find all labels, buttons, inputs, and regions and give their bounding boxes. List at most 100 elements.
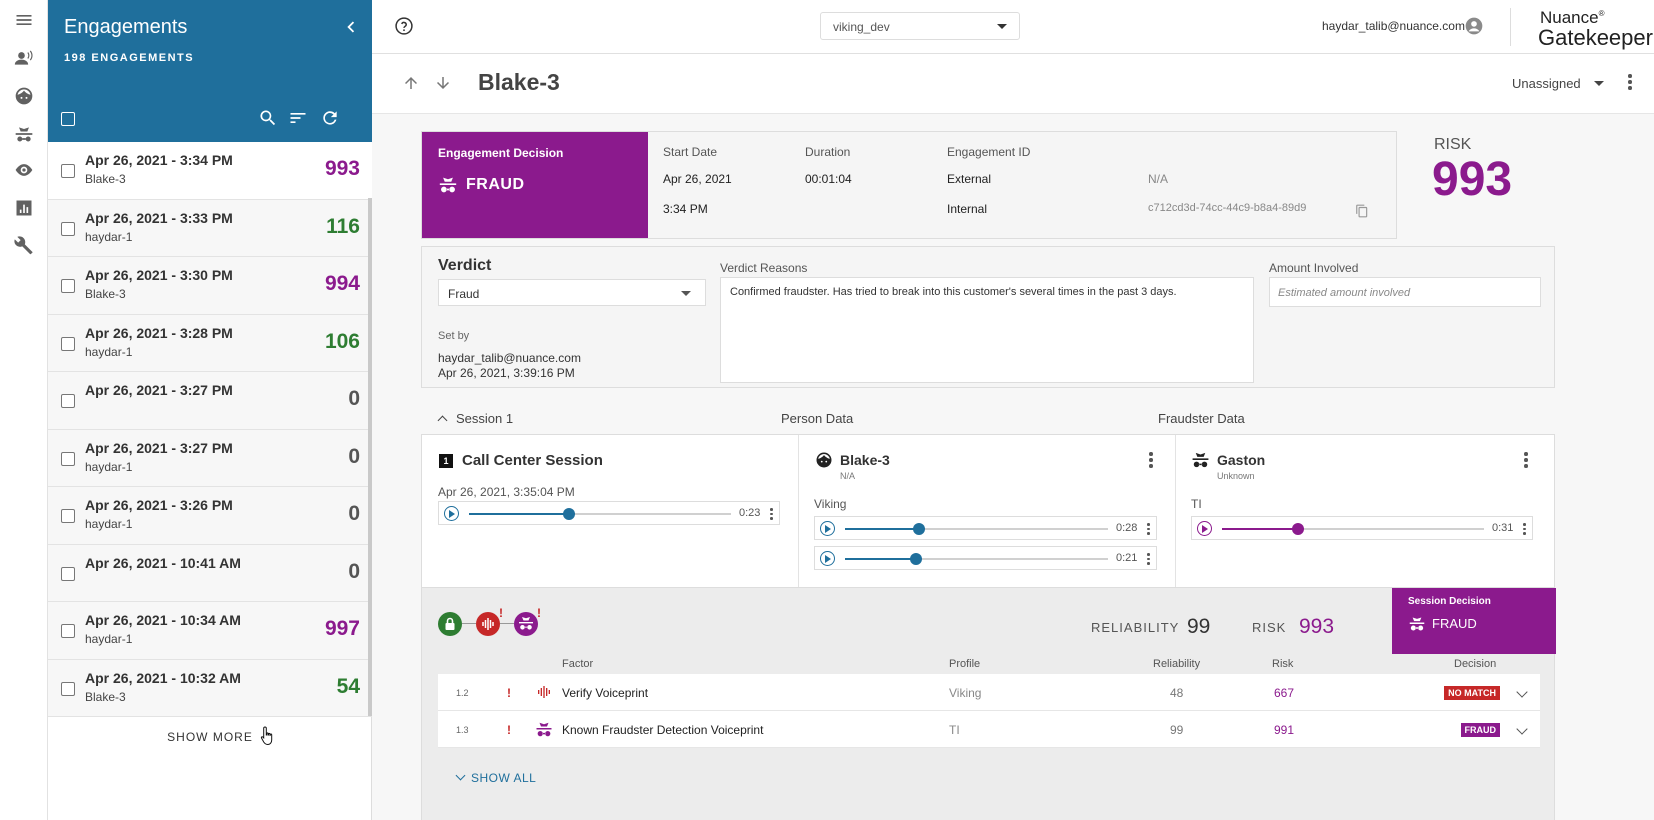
column-divider (1175, 435, 1176, 587)
factor-risk: 667 (1274, 686, 1295, 700)
row-checkbox[interactable] (61, 681, 75, 696)
menu-icon[interactable] (12, 8, 36, 32)
show-all-button[interactable]: SHOW ALL (455, 770, 536, 785)
audio-scrubber[interactable] (913, 523, 925, 535)
expand-chevron-icon[interactable] (1516, 723, 1528, 735)
engagement-list-item[interactable]: Apr 26, 2021 - 3:34 PM Blake-3 993 (48, 142, 372, 200)
person-audio-player[interactable]: 0:28 (814, 516, 1157, 540)
help-icon[interactable] (394, 16, 416, 38)
row-checkbox[interactable] (61, 624, 75, 638)
engagement-list-item[interactable]: Apr 26, 2021 - 10:41 AM 0 (48, 544, 372, 602)
chevron-down-icon (681, 291, 691, 296)
factor-row[interactable]: 1.3! Known Fraudster Detection Voiceprint… (438, 711, 1540, 748)
session-panel: 1 Call Center Session Apr 26, 2021, 3:35… (421, 434, 1555, 588)
row-checkbox[interactable] (61, 221, 75, 236)
engagement-person: haydar-1 (85, 517, 133, 531)
engagement-list-item[interactable]: Apr 26, 2021 - 3:26 PM haydar-1 0 (48, 487, 372, 545)
collapse-panel-icon[interactable] (340, 16, 364, 40)
row-checkbox[interactable] (61, 279, 75, 293)
play-button-icon[interactable] (1197, 521, 1212, 536)
factor-id: 1.2 (456, 688, 469, 698)
call-audio-player[interactable]: 0:23 (438, 501, 780, 525)
verdict-reasons-textarea[interactable]: Confirmed fraudster. Has tried to break … (720, 277, 1254, 383)
refresh-icon[interactable] (320, 108, 342, 130)
person-face-icon[interactable] (12, 84, 36, 108)
set-by-time: Apr 26, 2021, 3:39:16 PM (438, 366, 575, 380)
row-checkbox[interactable] (61, 451, 75, 466)
engagement-list-item[interactable]: Apr 26, 2021 - 3:33 PM haydar-1 116 (48, 199, 372, 257)
fraudster-icon (514, 612, 538, 636)
factor-reliability: 99 (1170, 723, 1184, 737)
alert-flag: ! (507, 686, 511, 700)
play-button-icon[interactable] (444, 506, 459, 521)
eye-icon[interactable] (12, 158, 36, 182)
engagement-person: haydar-1 (85, 344, 133, 359)
engagement-list-item[interactable]: Apr 26, 2021 - 3:30 PM Blake-3 994 (48, 257, 372, 315)
arrow-down-icon[interactable] (434, 74, 454, 94)
more-options-icon[interactable] (1524, 452, 1528, 468)
environment-select[interactable]: viking_dev (820, 12, 1020, 40)
wrench-icon[interactable] (12, 234, 36, 258)
assignee-select[interactable]: Unassigned (1512, 76, 1581, 91)
fraudster-icon (439, 177, 457, 193)
factor-risk: 991 (1274, 723, 1295, 737)
select-all-checkbox[interactable] (61, 112, 75, 126)
internal-id: c712cd3d-74cc-44c9-b8a4-89d9 (1148, 202, 1307, 214)
environment-value: viking_dev (833, 20, 890, 34)
row-checkbox[interactable] (61, 509, 75, 523)
audio-scrubber[interactable] (910, 553, 922, 565)
amount-involved-input[interactable]: Estimated amount involved (1269, 277, 1541, 307)
audio-duration: 0:28 (1116, 522, 1138, 534)
fraudster-audio-player[interactable]: 0:31 (1191, 516, 1533, 540)
decision-column-header: Decision (1454, 658, 1497, 670)
engagement-list-item[interactable]: Apr 26, 2021 - 10:32 AM Blake-3 54 (48, 659, 372, 717)
person-audio-player[interactable]: 0:21 (814, 546, 1157, 570)
more-options-icon[interactable] (1149, 452, 1153, 468)
audio-scrubber[interactable] (563, 508, 575, 520)
more-options-icon[interactable] (1147, 523, 1150, 537)
bar-chart-icon[interactable] (12, 196, 36, 220)
engagement-list-item[interactable]: Apr 26, 2021 - 3:27 PM haydar-1 0 (48, 429, 372, 487)
engagement-list-item[interactable]: Apr 26, 2021 - 3:27 PM 0 (48, 372, 372, 430)
engagement-risk-score: 116 (326, 214, 360, 238)
engagement-risk-score: 0 (348, 444, 360, 468)
verdict-select[interactable]: Fraud (438, 279, 706, 306)
row-checkbox[interactable] (61, 164, 75, 178)
audio-scrubber[interactable] (1292, 523, 1304, 535)
session-toggle[interactable]: Session 1 (421, 411, 513, 426)
engagements-panel: Engagements 198 ENGAGEMENTS Apr 26, 2021… (48, 0, 372, 820)
chevron-down-icon (997, 24, 1007, 29)
duration-label: Duration (805, 145, 851, 159)
session-risk-value: 993 (1299, 615, 1335, 638)
row-checkbox[interactable] (61, 394, 75, 408)
person-subtitle: N/A (840, 471, 856, 481)
search-icon[interactable] (258, 108, 280, 130)
copy-icon[interactable] (1355, 204, 1369, 218)
sort-icon[interactable] (288, 108, 310, 130)
engagement-list-item[interactable]: Apr 26, 2021 - 10:34 AM haydar-1 997 (48, 602, 372, 660)
play-button-icon[interactable] (820, 521, 835, 536)
row-checkbox[interactable] (61, 336, 75, 351)
engagement-list-item[interactable]: Apr 26, 2021 - 3:28 PM haydar-1 106 (48, 314, 372, 372)
risk-column-header: Risk (1272, 658, 1294, 670)
person-name: Blake-3 (840, 452, 890, 468)
arrow-up-icon[interactable] (402, 74, 422, 94)
more-options-icon[interactable] (1628, 74, 1632, 90)
engagement-person: haydar-1 (85, 459, 133, 474)
person-group: Viking (814, 497, 847, 511)
play-button-icon[interactable] (820, 551, 835, 566)
engagement-date: Apr 26, 2021 - 10:32 AM (85, 669, 241, 686)
reliability-label: RELIABILITY (1091, 620, 1180, 635)
factor-row[interactable]: 1.2! Verify Voiceprint Viking 48 667 NO MATCH (438, 674, 1540, 711)
set-by-user: haydar_talib@nuance.com (438, 351, 581, 365)
chevron-down-icon[interactable] (1594, 81, 1604, 86)
more-options-icon[interactable] (1147, 553, 1150, 567)
show-more-button[interactable]: SHOW MORE (48, 730, 372, 744)
account-icon[interactable] (1464, 16, 1484, 36)
more-options-icon[interactable] (770, 508, 773, 522)
speaker-icon[interactable] (12, 46, 36, 70)
row-checkbox[interactable] (61, 566, 75, 581)
more-options-icon[interactable] (1523, 523, 1526, 537)
fraudster-icon[interactable] (12, 122, 36, 146)
expand-chevron-icon[interactable] (1516, 686, 1528, 698)
